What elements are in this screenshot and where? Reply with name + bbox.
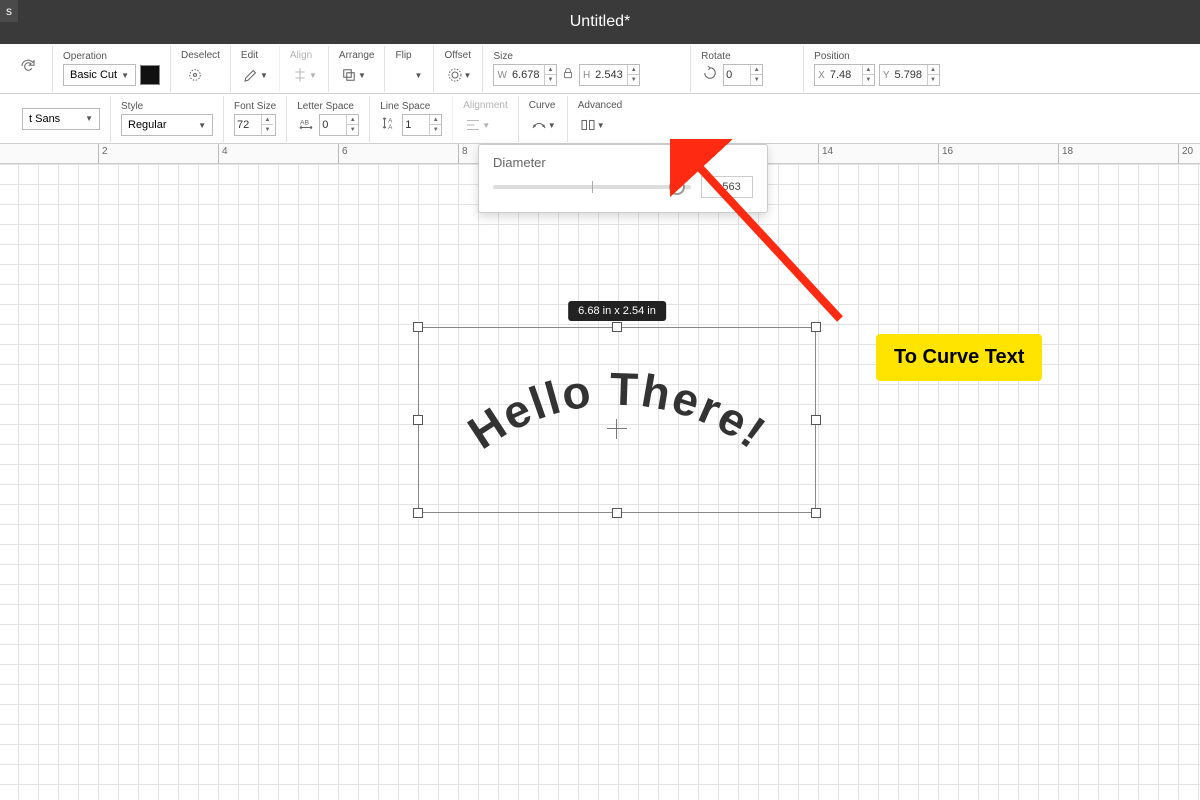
align-button: ▼ <box>290 63 318 87</box>
advanced-label: Advanced <box>578 100 622 111</box>
operation-color-swatch[interactable] <box>140 65 160 85</box>
rotate-input[interactable]: 0 ▲▼ <box>723 64 763 86</box>
selected-text-object[interactable]: 6.68 in x 2.54 in Hello There! <box>418 327 816 513</box>
operation-select[interactable]: Basic Cut▼ <box>63 64 136 86</box>
edit-label: Edit <box>241 50 269 61</box>
diameter-slider[interactable] <box>493 185 691 189</box>
tab-corner: s <box>0 0 18 22</box>
rotate-icon[interactable] <box>701 64 719 87</box>
dimension-badge: 6.68 in x 2.54 in <box>568 301 666 321</box>
offset-label: Offset <box>444 50 472 61</box>
style-select[interactable]: Regular▼ <box>121 114 213 136</box>
curve-label: Curve <box>529 100 557 111</box>
curve-diameter-popover: Diameter 5.563 <box>478 144 768 213</box>
toolbar-text: t Sans▼ Style Regular▼ Font Size 72 ▲▼ L… <box>0 94 1200 144</box>
linespace-icon: AA <box>380 114 398 137</box>
fontsize-label: Font Size <box>234 101 276 112</box>
annotation-label: To Curve Text <box>876 334 1042 381</box>
flip-button[interactable]: ▼ <box>395 63 423 87</box>
edit-button[interactable]: ▼ <box>241 63 269 87</box>
svg-text:A: A <box>389 125 393 131</box>
size-width-input[interactable]: W6.678 ▲▼ <box>493 64 556 86</box>
svg-text:A: A <box>389 118 393 124</box>
size-height-input[interactable]: H2.543 ▲▼ <box>579 64 640 86</box>
linespace-label: Line Space <box>380 101 442 112</box>
flip-label: Flip <box>395 50 423 61</box>
alignment-button: ▼ <box>463 113 491 137</box>
linespace-input[interactable]: 1 ▲▼ <box>402 114 442 136</box>
style-label: Style <box>121 101 213 112</box>
font-select[interactable]: t Sans▼ <box>22 108 100 130</box>
fontsize-input[interactable]: 72 ▲▼ <box>234 114 276 136</box>
arrange-label: Arrange <box>339 50 375 61</box>
diameter-title: Diameter <box>493 155 753 170</box>
curved-text-content: Hello There! <box>418 327 816 513</box>
letterspace-label: Letter Space <box>297 101 359 112</box>
svg-text:AB: AB <box>300 119 310 126</box>
position-y-input[interactable]: Y5.798 ▲▼ <box>879 64 940 86</box>
arrange-button[interactable]: ▼ <box>339 63 367 87</box>
curve-button[interactable]: ▼ <box>529 113 557 137</box>
size-label: Size <box>493 51 640 62</box>
toolbar-primary: Operation Basic Cut▼ Deselect Edit ▼ Ali… <box>0 44 1200 94</box>
diameter-value[interactable]: 5.563 <box>701 176 753 198</box>
document-title: Untitled* <box>570 13 630 31</box>
alignment-label: Alignment <box>463 100 507 111</box>
rotate-label: Rotate <box>701 51 763 62</box>
canvas[interactable]: 2 4 6 8 14 16 18 20 Diameter 5.563 6.68 … <box>0 144 1200 800</box>
align-label: Align <box>290 50 318 61</box>
advanced-button[interactable]: ▼ <box>578 113 606 137</box>
operation-label: Operation <box>63 51 160 62</box>
redo-icon[interactable] <box>19 57 37 80</box>
letterspace-input[interactable]: 0 ▲▼ <box>319 114 359 136</box>
lock-aspect-icon[interactable] <box>561 66 575 85</box>
deselect-button[interactable] <box>181 63 209 87</box>
letterspace-icon: AB <box>297 114 315 137</box>
svg-text:Hello There!: Hello There! <box>459 363 777 459</box>
offset-button[interactable]: ▼ <box>444 63 472 87</box>
deselect-label: Deselect <box>181 50 220 61</box>
position-label: Position <box>814 51 939 62</box>
position-x-input[interactable]: X7.48 ▲▼ <box>814 64 875 86</box>
